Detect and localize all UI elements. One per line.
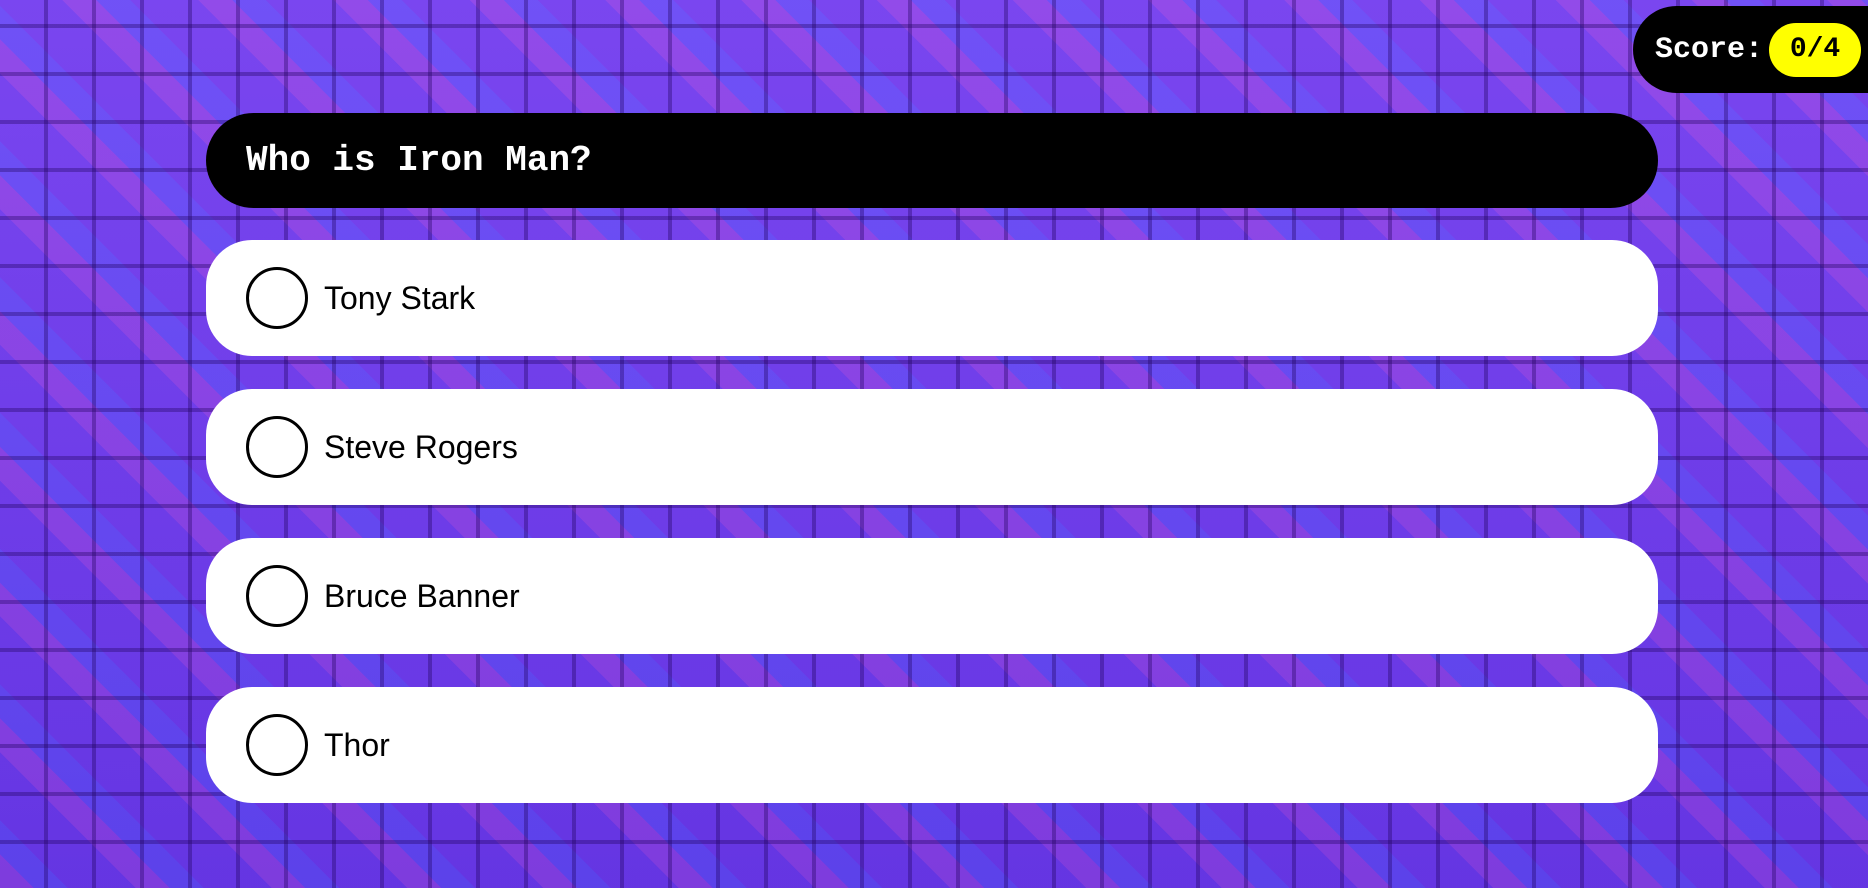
answer-option-bruce-banner[interactable]: Bruce Banner bbox=[206, 538, 1658, 654]
radio-unchecked-icon[interactable] bbox=[246, 267, 308, 329]
answer-option-tony-stark[interactable]: Tony Stark bbox=[206, 240, 1658, 356]
score-label: Score: bbox=[1655, 32, 1764, 67]
answer-option-label: Steve Rogers bbox=[324, 428, 518, 465]
answer-option-label: Bruce Banner bbox=[324, 577, 520, 614]
radio-unchecked-icon[interactable] bbox=[246, 416, 308, 478]
answer-options: Tony Stark Steve Rogers Bruce Banner Tho… bbox=[206, 240, 1658, 803]
score-badge: 0/4 bbox=[1769, 22, 1862, 77]
score-display: Score: 0/4 bbox=[1633, 6, 1868, 93]
radio-unchecked-icon[interactable] bbox=[246, 565, 308, 627]
answer-option-thor[interactable]: Thor bbox=[206, 687, 1658, 803]
question-banner: Who is Iron Man? bbox=[206, 113, 1658, 208]
answer-option-steve-rogers[interactable]: Steve Rogers bbox=[206, 389, 1658, 505]
radio-unchecked-icon[interactable] bbox=[246, 714, 308, 776]
answer-option-label: Thor bbox=[324, 726, 390, 763]
answer-option-label: Tony Stark bbox=[324, 279, 476, 316]
question-text: Who is Iron Man? bbox=[246, 140, 592, 181]
